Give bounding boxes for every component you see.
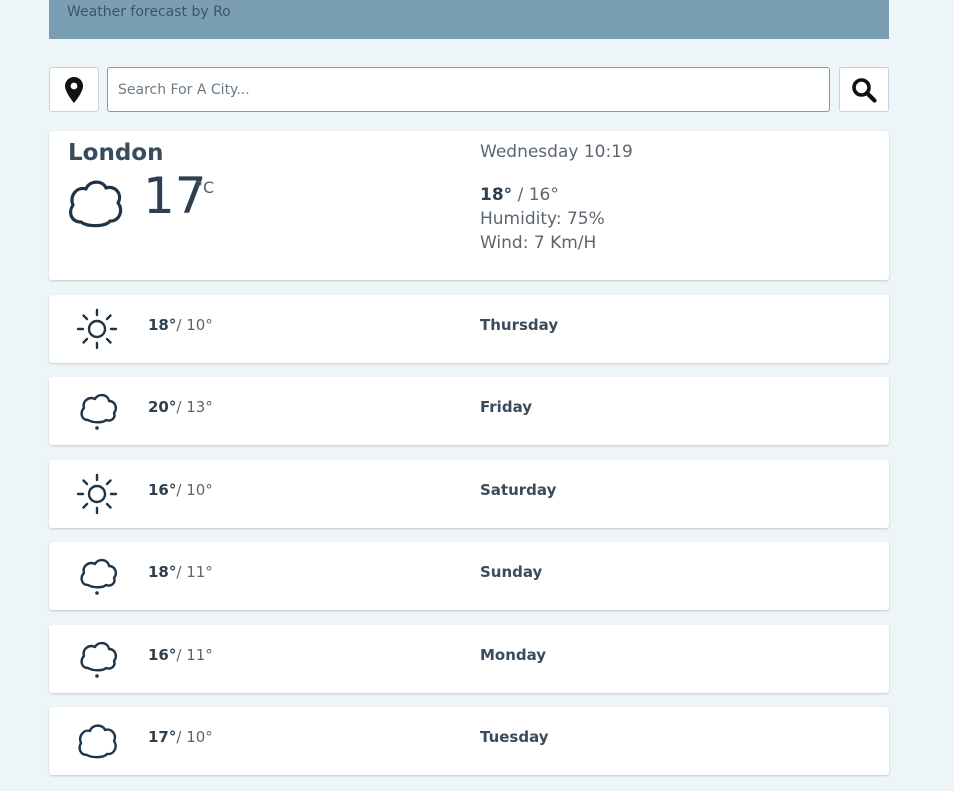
forecast-temp-range: 16°/ 10° — [148, 481, 213, 499]
app-title: Weather forecast by Ro — [67, 4, 231, 20]
forecast-high: 20° — [148, 398, 177, 416]
forecast-high: 18° — [148, 316, 177, 334]
current-temp-range: 18° / 16° — [480, 185, 559, 205]
sun-icon — [76, 473, 118, 515]
forecast-temp-range: 18°/ 11° — [148, 563, 213, 581]
rain-cloud-icon — [80, 641, 117, 678]
search-input[interactable] — [107, 67, 830, 112]
forecast-low: / 11° — [176, 646, 213, 664]
temperature-unit: °C — [195, 178, 215, 197]
cloud-icon — [78, 724, 117, 759]
wind: Wind: 7 Km/H — [480, 233, 597, 253]
forecast-low: / 11° — [176, 563, 213, 581]
forecast-high: 18° — [148, 563, 177, 581]
forecast-temp-range: 18°/ 10° — [148, 316, 213, 334]
rain-cloud-icon — [80, 393, 117, 430]
current-datetime: Wednesday 10:19 — [480, 142, 633, 162]
forecast-day-card: 16°/ 10° Saturday — [49, 460, 889, 528]
forecast-temp-range: 16°/ 11° — [148, 646, 213, 664]
forecast-day-name: Friday — [480, 398, 533, 416]
forecast-low: / 10° — [176, 728, 213, 746]
forecast-temp-range: 17°/ 10° — [148, 728, 213, 746]
map-pin-icon — [65, 76, 83, 103]
forecast-day-name: Tuesday — [480, 728, 549, 746]
forecast-day-card: 17°/ 10° Tuesday — [49, 707, 889, 775]
weather-app: Weather forecast by Ro London 17 °C Wedn… — [0, 0, 954, 791]
sun-icon — [76, 308, 118, 350]
forecast-day-card: 18°/ 10° Thursday — [49, 295, 889, 363]
header-bar: Weather forecast by Ro — [49, 0, 889, 39]
humidity: Humidity: 75% — [480, 209, 605, 229]
current-high: 18° — [480, 185, 513, 205]
city-name: London — [68, 140, 164, 166]
current-low: / 16° — [512, 185, 559, 205]
cloud-icon — [69, 180, 123, 228]
search-icon — [852, 77, 877, 103]
forecast-high: 17° — [148, 728, 177, 746]
forecast-day-card: 18°/ 11° Sunday — [49, 542, 889, 610]
forecast-day-name: Thursday — [480, 316, 559, 334]
search-button[interactable] — [839, 67, 889, 112]
forecast-day-name: Saturday — [480, 481, 557, 499]
forecast-high: 16° — [148, 481, 177, 499]
forecast-day-name: Monday — [480, 646, 547, 664]
forecast-temp-range: 20°/ 13° — [148, 398, 213, 416]
forecast-low: / 13° — [176, 398, 213, 416]
forecast-day-card: 20°/ 13° Friday — [49, 377, 889, 445]
rain-cloud-icon — [80, 558, 117, 595]
forecast-high: 16° — [148, 646, 177, 664]
forecast-day-card: 16°/ 11° Monday — [49, 625, 889, 693]
forecast-low: / 10° — [176, 316, 213, 334]
location-button[interactable] — [49, 67, 99, 112]
current-weather-card: London 17 °C Wednesday 10:19 18° / 16° H… — [49, 131, 889, 280]
forecast-low: / 10° — [176, 481, 213, 499]
forecast-day-name: Sunday — [480, 563, 543, 581]
